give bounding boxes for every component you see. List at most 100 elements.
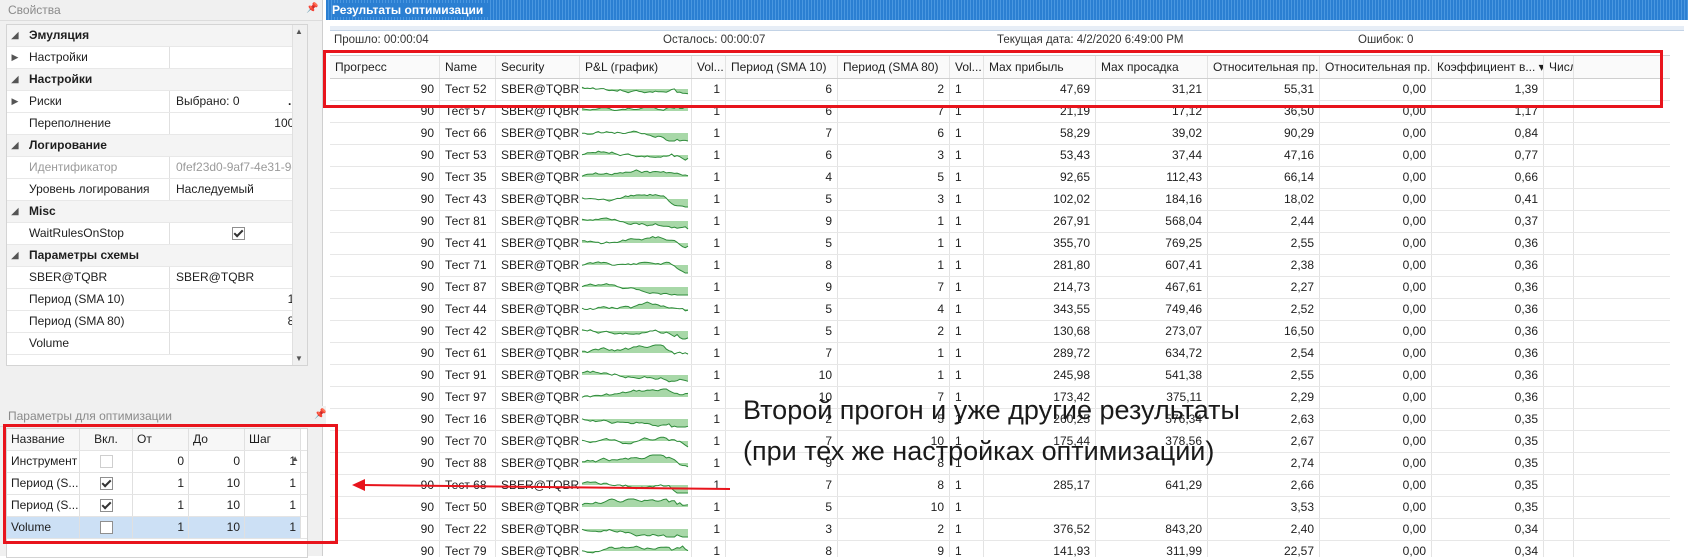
- column-header[interactable]: Коэффициент в... ▾: [1432, 56, 1544, 78]
- column-header[interactable]: Период (SMA 80): [838, 56, 950, 78]
- optimization-row[interactable]: Volume 1 10 1: [7, 517, 307, 539]
- property-row[interactable]: ◢ Misc: [7, 201, 307, 223]
- property-row[interactable]: Уровень логирования Наследуемый: [7, 179, 307, 201]
- result-row[interactable]: 90 Тест 71 SBER@TQBR 1 8 1 1 281,80 607,41 2,38 0,…: [330, 255, 1670, 277]
- param-from[interactable]: 1: [133, 517, 189, 538]
- property-row[interactable]: Период (SMA 10)10: [7, 289, 307, 311]
- column-header[interactable]: Период (SMA 10): [726, 56, 838, 78]
- property-row[interactable]: Идентификатор 0fef23d0-9af7-4e31-9ef...: [7, 157, 307, 179]
- param-from[interactable]: 1: [133, 495, 189, 516]
- pin-icon[interactable]: 📌: [306, 4, 318, 14]
- param-to[interactable]: 10: [189, 495, 245, 516]
- column-header[interactable]: Vol...: [692, 56, 726, 78]
- property-value[interactable]: SBER@TQBR: [170, 267, 307, 288]
- collapse-icon[interactable]: ◢: [7, 25, 23, 46]
- property-value[interactable]: 10: [170, 289, 307, 310]
- column-header[interactable]: Числ: [1544, 56, 1574, 78]
- param-from[interactable]: 1: [133, 473, 189, 494]
- property-row[interactable]: ◢ Настройки: [7, 69, 307, 91]
- scroll-up-icon[interactable]: ▲: [295, 27, 303, 36]
- property-value[interactable]: 1000: [170, 113, 307, 134]
- column-header[interactable]: Шаг: [245, 429, 301, 450]
- param-enabled-cell[interactable]: [80, 495, 133, 516]
- pin-icon[interactable]: 📌: [314, 410, 326, 420]
- property-row[interactable]: WaitRulesOnStop: [7, 223, 307, 245]
- column-header[interactable]: Название: [7, 429, 80, 450]
- checkbox[interactable]: [99, 499, 113, 513]
- result-row[interactable]: 90 Тест 87 SBER@TQBR 1 9 7 1 214,73 467,61 2,27 0,…: [330, 277, 1670, 299]
- checkbox[interactable]: [99, 455, 113, 469]
- param-to[interactable]: 10: [189, 517, 245, 538]
- scroll-up-icon[interactable]: ▲: [291, 454, 299, 463]
- property-row[interactable]: ◢ Параметры схемы: [7, 245, 307, 267]
- collapse-icon[interactable]: ◢: [7, 135, 23, 156]
- result-row[interactable]: 90 Тест 81 SBER@TQBR 1 9 1 1 267,91 568,04 2,44 0,…: [330, 211, 1670, 233]
- column-header[interactable]: От: [133, 429, 189, 450]
- result-row[interactable]: 90 Тест 57 SBER@TQBR 1 6 7 1 21,19 17,12 36,50 0,0…: [330, 101, 1670, 123]
- param-step[interactable]: 1: [245, 473, 301, 494]
- property-value[interactable]: [170, 223, 307, 244]
- property-value[interactable]: [170, 47, 307, 68]
- result-row[interactable]: 90 Тест 52 SBER@TQBR 1 6 2 1 47,69 31,21 55,31 0,0…: [330, 79, 1670, 101]
- result-row[interactable]: 90 Тест 35 SBER@TQBR 1 4 5 1 92,65 112,43 66,14 0,…: [330, 167, 1670, 189]
- property-row[interactable]: ◢ Эмуляция: [7, 25, 307, 47]
- result-row[interactable]: 90 Тест 42 SBER@TQBR 1 5 2 1 130,68 273,07 16,50 0…: [330, 321, 1670, 343]
- result-row[interactable]: 90 Тест 66 SBER@TQBR 1 7 6 1 58,29 39,02 90,29 0,0…: [330, 123, 1670, 145]
- property-value[interactable]: 1: [170, 333, 307, 354]
- property-row[interactable]: SBER@TQBR SBER@TQBR: [7, 267, 307, 289]
- param-enabled-cell[interactable]: [80, 451, 133, 472]
- checkbox[interactable]: [232, 227, 245, 241]
- param-enabled-cell[interactable]: [80, 517, 133, 538]
- properties-scrollbar[interactable]: ▲ ▼: [292, 25, 307, 365]
- property-value[interactable]: Наследуемый: [170, 179, 307, 200]
- property-row[interactable]: Переполнение 1000: [7, 113, 307, 135]
- property-row[interactable]: ▶ Настройки: [7, 47, 307, 69]
- result-row[interactable]: 90 Тест 61 SBER@TQBR 1 7 1 1 289,72 634,72 2,54 0,…: [330, 343, 1670, 365]
- property-value[interactable]: 80: [170, 311, 307, 332]
- column-header[interactable]: Name: [440, 56, 496, 78]
- checkbox[interactable]: [99, 477, 113, 491]
- column-header[interactable]: Max просадка: [1096, 56, 1208, 78]
- column-header[interactable]: До: [189, 429, 245, 450]
- checkbox[interactable]: [99, 521, 113, 535]
- column-header[interactable]: Max прибыль: [984, 56, 1096, 78]
- property-value[interactable]: Выбрано: 0...: [170, 91, 307, 112]
- column-header[interactable]: Прогресс: [330, 56, 440, 78]
- expand-icon[interactable]: ▶: [7, 91, 23, 112]
- param-to[interactable]: 10: [189, 473, 245, 494]
- result-row[interactable]: 90 Тест 43 SBER@TQBR 1 5 3 1 102,02 184,16 18,02 0…: [330, 189, 1670, 211]
- param-enabled-cell[interactable]: [80, 473, 133, 494]
- property-row[interactable]: ▶РискиВыбрано: 0...: [7, 91, 307, 113]
- result-row[interactable]: 90 Тест 91 SBER@TQBR 1 10 1 1 245,98 541,38 2,55 0…: [330, 365, 1670, 387]
- optimization-row[interactable]: Период (S... 1 10 1: [7, 495, 307, 517]
- sort-desc-icon[interactable]: ▾: [1535, 60, 1543, 74]
- column-header[interactable]: P&L (график): [580, 56, 692, 78]
- scroll-down-icon[interactable]: ▼: [295, 354, 303, 363]
- collapse-icon[interactable]: ◢: [7, 245, 23, 266]
- collapse-icon[interactable]: ◢: [7, 69, 23, 90]
- expand-icon[interactable]: ▶: [7, 47, 23, 68]
- collapse-icon[interactable]: ◢: [7, 201, 23, 222]
- param-to[interactable]: 0: [189, 451, 245, 472]
- param-step[interactable]: 1: [245, 517, 301, 538]
- param-from[interactable]: 0: [133, 451, 189, 472]
- optimization-row[interactable]: Инструмент 0 0 1: [7, 451, 307, 473]
- column-header[interactable]: Вкл.: [80, 429, 133, 450]
- result-row[interactable]: 90 Тест 53 SBER@TQBR 1 6 3 1 53,43 37,44 47,16 0,0…: [330, 145, 1670, 167]
- result-row[interactable]: 90 Тест 22 SBER@TQBR 1 3 2 1 376,52 843,20 2,40 0,…: [330, 519, 1670, 541]
- property-value[interactable]: 0fef23d0-9af7-4e31-9ef...: [170, 157, 307, 178]
- column-header[interactable]: Относительная пр...: [1208, 56, 1320, 78]
- result-cell: 90: [330, 211, 440, 232]
- result-row[interactable]: 90 Тест 79 SBER@TQBR 1 8 9 1 141,93 311,99 22,57 0…: [330, 541, 1670, 557]
- property-row[interactable]: Период (SMA 80)80: [7, 311, 307, 333]
- param-step[interactable]: 1: [245, 495, 301, 516]
- column-header[interactable]: Vol...: [950, 56, 984, 78]
- result-row[interactable]: 90 Тест 50 SBER@TQBR 1 5 10 1 3,53 0,00 0,35: [330, 497, 1670, 519]
- optimization-row[interactable]: Период (S... 1 10 1: [7, 473, 307, 495]
- result-row[interactable]: 90 Тест 44 SBER@TQBR 1 5 4 1 343,55 749,46 2,52 0,…: [330, 299, 1670, 321]
- column-header[interactable]: Security: [496, 56, 580, 78]
- result-row[interactable]: 90 Тест 41 SBER@TQBR 1 5 1 1 355,70 769,25 2,55 0,…: [330, 233, 1670, 255]
- column-header[interactable]: Относительная пр...: [1320, 56, 1432, 78]
- property-row[interactable]: Volume1: [7, 333, 307, 355]
- property-row[interactable]: ◢ Логирование: [7, 135, 307, 157]
